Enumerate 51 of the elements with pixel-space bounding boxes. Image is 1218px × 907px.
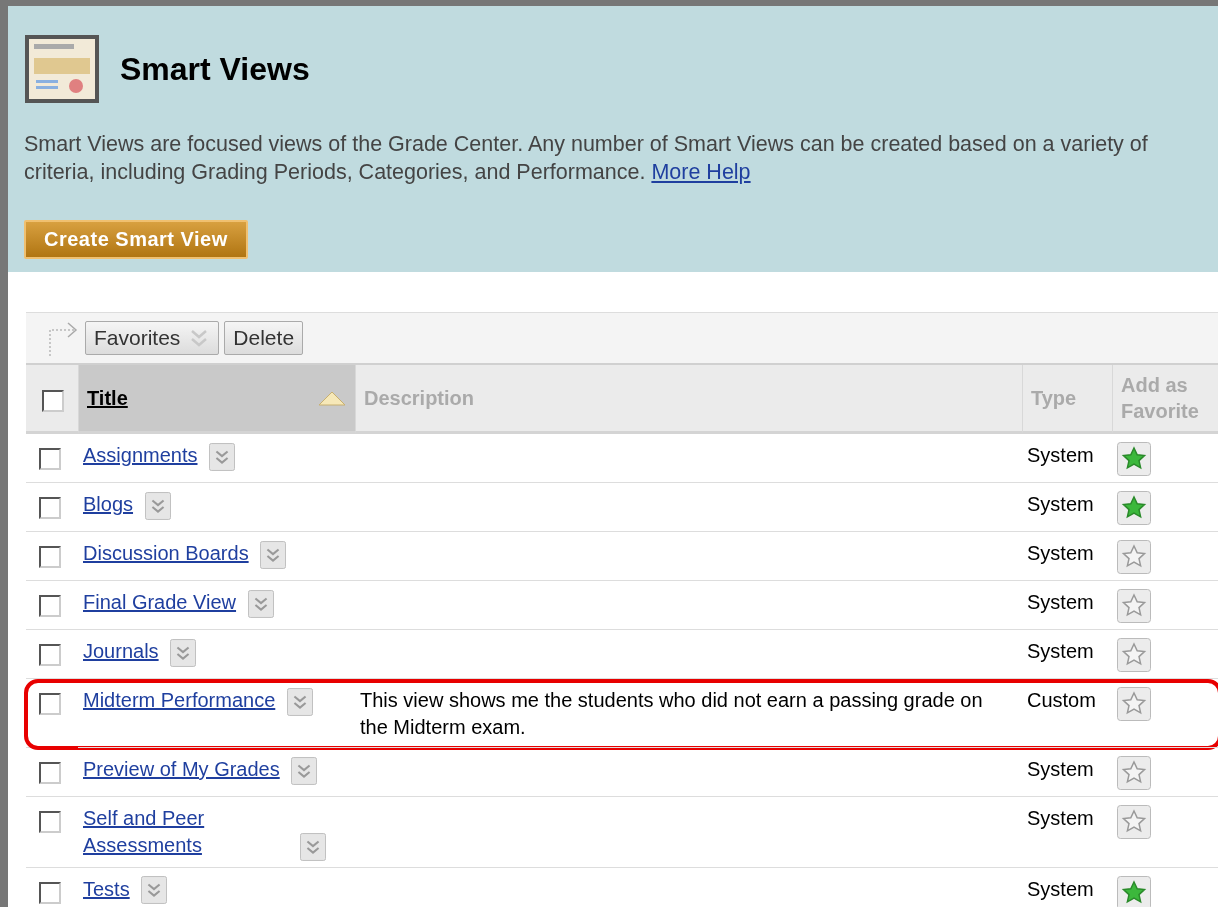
view-link[interactable]: Assignments (83, 442, 198, 469)
checkbox[interactable] (39, 595, 61, 617)
chevron-down-icon[interactable] (141, 876, 168, 905)
checkbox[interactable] (39, 762, 61, 784)
column-header: Description (364, 386, 475, 411)
star-icon[interactable] (1117, 875, 1151, 907)
certificate-icon (24, 34, 100, 104)
view-type: System (1027, 757, 1094, 782)
chevron-down-icon[interactable] (209, 442, 236, 471)
page-title: Smart Views (120, 50, 310, 88)
view-type: System (1027, 443, 1094, 468)
chevron-down-icon[interactable] (291, 756, 318, 785)
view-type: System (1027, 590, 1094, 615)
view-link[interactable]: Tests (83, 875, 130, 903)
checkbox[interactable] (39, 811, 61, 833)
sort-link[interactable]: Title (87, 385, 128, 411)
view-link[interactable]: Midterm Performance (83, 687, 276, 714)
checkbox[interactable] (39, 693, 61, 715)
view-link[interactable]: Preview of My Grades (83, 756, 280, 783)
chevron-down-icon[interactable] (286, 687, 313, 716)
checkbox[interactable] (42, 390, 64, 412)
checkbox[interactable] (39, 448, 61, 470)
checkbox[interactable] (39, 546, 61, 568)
sort-up-icon[interactable] (317, 390, 347, 406)
view-link[interactable]: Final Grade View (83, 589, 237, 616)
view-description: This view shows me the students who did not earn a passing grade on the Midterm exam. (360, 688, 984, 740)
checkbox[interactable] (39, 497, 61, 519)
view-link[interactable]: Blogs (83, 491, 134, 518)
view-type: Custom (1027, 688, 1096, 713)
toolbar-button[interactable]: Delete (224, 321, 304, 355)
arrow-icon (46, 320, 80, 356)
column-header: Add as Favorite (1121, 373, 1200, 424)
view-link[interactable]: Self and Peer Assessments (83, 805, 288, 859)
column-header: Type (1031, 386, 1077, 411)
menu-button[interactable]: Favorites (85, 321, 220, 355)
view-link[interactable]: Discussion Boards (83, 540, 249, 567)
view-link[interactable]: Journals (83, 638, 159, 665)
chevron-down-icon[interactable] (247, 589, 274, 618)
chevron-down-icon[interactable] (144, 491, 171, 520)
help-link[interactable]: More Help (651, 160, 751, 184)
chevron-down-icon[interactable] (170, 638, 197, 667)
view-type: System (1027, 806, 1094, 831)
view-type: System (1027, 639, 1094, 664)
chevron-down-icon[interactable] (260, 540, 287, 569)
checkbox[interactable] (39, 881, 61, 904)
chevron-down-icon[interactable] (299, 832, 326, 861)
view-type: System (1027, 541, 1094, 566)
page-description: Smart Views are focused views of the Grade Center. Any number of Smart Views can be created based on a variety of criteria, including Grading Periods, Categories, and Performance. More Help (24, 131, 1149, 186)
view-type: System (1027, 492, 1094, 517)
checkbox[interactable] (39, 644, 61, 666)
view-type: System (1027, 876, 1094, 902)
